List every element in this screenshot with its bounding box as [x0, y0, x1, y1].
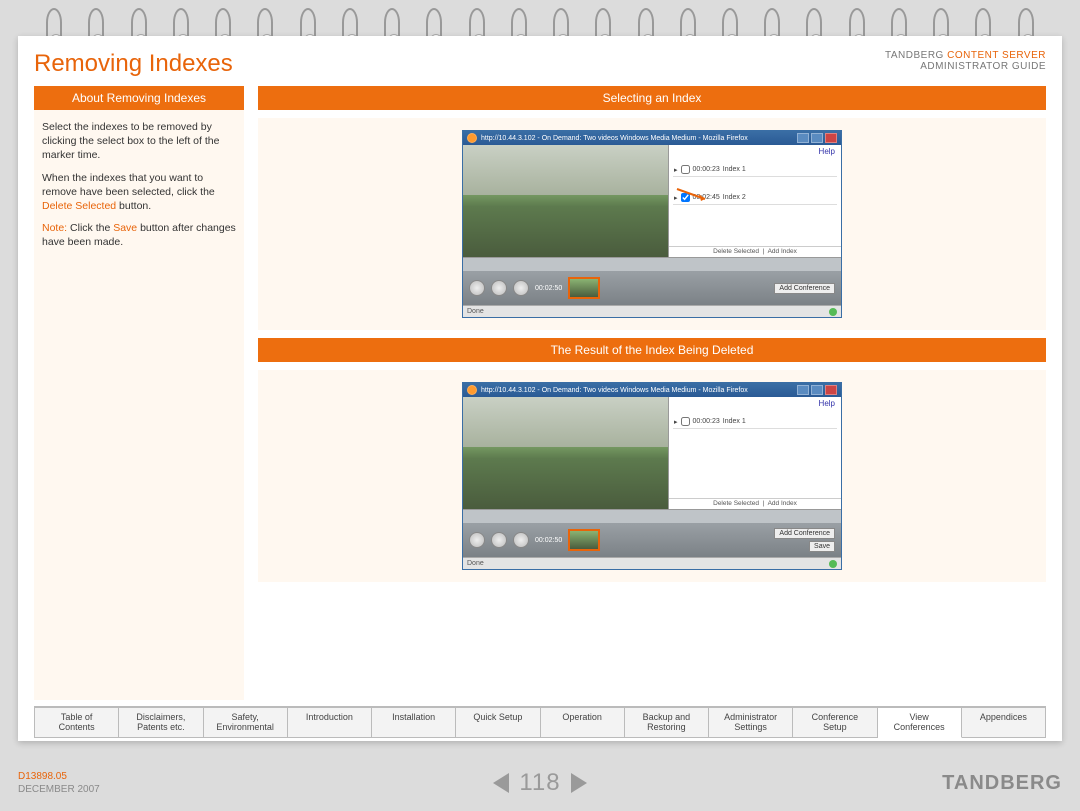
index-list-pane: Help ▸ 00:00:23 Index 1: [669, 397, 841, 509]
play-pause-button[interactable]: [513, 280, 529, 296]
index-1-checkbox[interactable]: [681, 165, 690, 174]
add-index-link[interactable]: Add Index: [768, 248, 797, 255]
index-list-pane: Help ▸ 00:00:23 Index 1: [669, 145, 841, 257]
browser-title: http://10.44.3.102 - On Demand: Two vide…: [481, 387, 748, 394]
status-done: Done: [467, 308, 484, 315]
firefox-icon: [467, 385, 477, 395]
tandberg-logo: TANDBERG: [714, 772, 1062, 795]
status-done: Done: [467, 560, 484, 567]
index-1-time: 00:00:23: [693, 166, 720, 173]
window-minimize-button[interactable]: [797, 133, 809, 143]
add-conference-button[interactable]: Add Conference: [774, 528, 835, 539]
nav-tab[interactable]: Table ofContents: [34, 707, 119, 738]
nav-tabs: Table ofContentsDisclaimers,Patents etc.…: [34, 706, 1046, 738]
delete-selected-link[interactable]: Delete Selected: [713, 500, 759, 507]
next-page-button[interactable]: [571, 773, 587, 793]
nav-tab[interactable]: Installation: [372, 707, 456, 738]
player-controls: 00:02:50 Add Conference: [463, 271, 841, 305]
help-link[interactable]: Help: [819, 147, 835, 156]
video-preview: [463, 397, 669, 509]
video-preview: [463, 145, 669, 257]
browser-window-1: http://10.44.3.102 - On Demand: Two vide…: [462, 130, 842, 318]
nav-tab[interactable]: ConferenceSetup: [793, 707, 877, 738]
callout-arrow: [675, 187, 711, 203]
window-maximize-button[interactable]: [811, 133, 823, 143]
about-heading: About Removing Indexes: [34, 86, 244, 110]
brand-product: CONTENT SERVER: [947, 50, 1046, 61]
index-pane-footer: Delete Selected | Add Index: [669, 498, 841, 507]
brand-sub: ADMINISTRATOR GUIDE: [920, 61, 1046, 72]
timeline-ruler[interactable]: [463, 509, 841, 523]
add-conference-button[interactable]: Add Conference: [774, 283, 835, 294]
status-ok-icon: [829, 308, 837, 316]
spiral-binding: [0, 0, 1080, 40]
player-controls: 00:02:50 Add Conference Save: [463, 523, 841, 557]
nav-tab[interactable]: Backup andRestoring: [625, 707, 709, 738]
index-2-label: Index 2: [723, 194, 746, 201]
nav-tab[interactable]: AdministratorSettings: [709, 707, 793, 738]
nav-tab[interactable]: Introduction: [288, 707, 372, 738]
prev-page-button[interactable]: [493, 773, 509, 793]
page-number: 118: [519, 769, 560, 797]
window-close-button[interactable]: [825, 385, 837, 395]
about-p1: Select the indexes to be removed by clic…: [42, 120, 236, 163]
index-1-label: Index 1: [723, 166, 746, 173]
mute-button[interactable]: [469, 532, 485, 548]
timeline-ruler[interactable]: [463, 257, 841, 271]
firefox-icon: [467, 133, 477, 143]
thumbnail: [568, 529, 600, 551]
pager: 118: [366, 769, 714, 797]
screenshot-selecting: http://10.44.3.102 - On Demand: Two vide…: [258, 118, 1046, 330]
prev-button[interactable]: [491, 532, 507, 548]
nav-tab[interactable]: Appendices: [962, 707, 1046, 738]
doc-number: D13898.05: [18, 771, 67, 782]
window-minimize-button[interactable]: [797, 385, 809, 395]
about-p2: When the indexes that you want to remove…: [42, 171, 236, 214]
browser-titlebar: http://10.44.3.102 - On Demand: Two vide…: [463, 383, 841, 397]
about-body: Select the indexes to be removed by clic…: [34, 110, 244, 700]
thumbnail: [568, 277, 600, 299]
nav-tab[interactable]: ViewConferences: [878, 707, 962, 738]
section-result-heading: The Result of the Index Being Deleted: [258, 338, 1046, 362]
index-pane-footer: Delete Selected | Add Index: [669, 246, 841, 255]
save-button[interactable]: Save: [809, 541, 835, 552]
help-link[interactable]: Help: [819, 399, 835, 408]
section-selecting-heading: Selecting an Index: [258, 86, 1046, 110]
timecode: 00:02:50: [535, 537, 562, 544]
browser-titlebar: http://10.44.3.102 - On Demand: Two vide…: [463, 131, 841, 145]
window-close-button[interactable]: [825, 133, 837, 143]
nav-tab[interactable]: Quick Setup: [456, 707, 540, 738]
page-title: Removing Indexes: [34, 50, 233, 78]
expand-icon[interactable]: ▸: [674, 166, 678, 174]
play-pause-button[interactable]: [513, 532, 529, 548]
mute-button[interactable]: [469, 280, 485, 296]
nav-tab[interactable]: Disclaimers,Patents etc.: [119, 707, 203, 738]
about-p3: Note: Click the Save button after change…: [42, 221, 236, 249]
index-1-label: Index 1: [723, 418, 746, 425]
browser-window-2: http://10.44.3.102 - On Demand: Two vide…: [462, 382, 842, 570]
index-1-time: 00:00:23: [693, 418, 720, 425]
doc-date: DECEMBER 2007: [18, 784, 100, 795]
timecode: 00:02:50: [535, 285, 562, 292]
prev-button[interactable]: [491, 280, 507, 296]
screenshot-result: http://10.44.3.102 - On Demand: Two vide…: [258, 370, 1046, 582]
brand-block: TANDBERG CONTENT SERVER ADMINISTRATOR GU…: [885, 50, 1046, 72]
index-row-1: ▸ 00:00:23 Index 1: [673, 163, 837, 177]
expand-icon[interactable]: ▸: [674, 418, 678, 426]
status-ok-icon: [829, 560, 837, 568]
delete-selected-link[interactable]: Delete Selected: [713, 248, 759, 255]
doc-meta: D13898.05 DECEMBER 2007: [18, 770, 366, 796]
brand-company: TANDBERG: [885, 50, 944, 61]
index-row-1: ▸ 00:00:23 Index 1: [673, 415, 837, 429]
add-index-link[interactable]: Add Index: [768, 500, 797, 507]
window-maximize-button[interactable]: [811, 385, 823, 395]
browser-title: http://10.44.3.102 - On Demand: Two vide…: [481, 135, 748, 142]
nav-tab[interactable]: Operation: [541, 707, 625, 738]
nav-tab[interactable]: Safety,Environmental: [204, 707, 288, 738]
index-1-checkbox[interactable]: [681, 417, 690, 426]
